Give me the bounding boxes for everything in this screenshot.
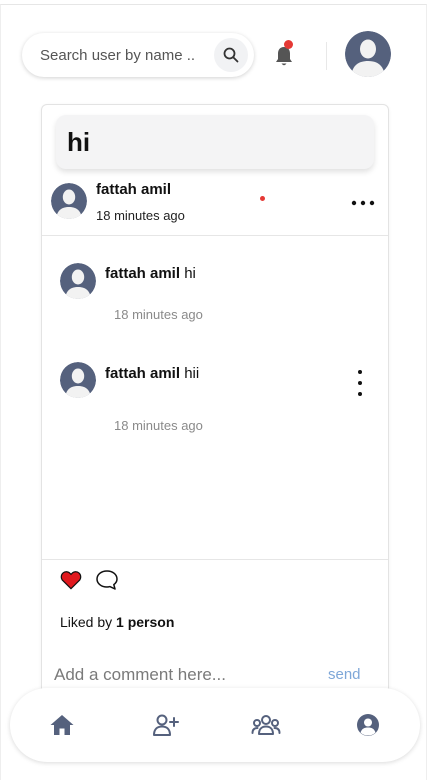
comment-bubble-icon[interactable] xyxy=(95,569,119,591)
search-button[interactable] xyxy=(214,38,248,72)
nav-add-friend[interactable] xyxy=(151,710,181,740)
comment-text: hii xyxy=(184,365,200,382)
user-avatar[interactable] xyxy=(345,31,391,77)
comment-body: fattah amil hii xyxy=(105,365,199,382)
likes-prefix: Liked by xyxy=(60,614,113,630)
post-timestamp: 18 minutes ago xyxy=(96,208,185,223)
comment-author[interactable]: fattah amil xyxy=(105,265,180,282)
post-caption-box: hi xyxy=(56,115,374,169)
search-icon xyxy=(223,47,239,63)
nav-home[interactable] xyxy=(47,710,77,740)
comment-avatar[interactable] xyxy=(60,362,96,398)
more-horizontal-icon xyxy=(351,200,375,206)
profile-icon xyxy=(357,714,379,736)
post-card: hi fattah amil 18 minutes ago fattah ami… xyxy=(41,104,389,704)
nav-groups[interactable] xyxy=(251,710,281,740)
heart-icon[interactable] xyxy=(60,569,82,591)
add-friend-icon xyxy=(153,714,179,736)
post-author-avatar[interactable] xyxy=(51,183,87,219)
divider xyxy=(42,559,388,560)
likes-summary: Liked by 1 person xyxy=(60,614,174,630)
comment-text: hi xyxy=(184,265,196,282)
search-bar xyxy=(22,33,254,77)
comment-more-button[interactable] xyxy=(355,370,365,396)
unread-dot xyxy=(260,196,265,201)
post-author-name[interactable]: fattah amil xyxy=(96,181,171,198)
search-input[interactable] xyxy=(40,45,210,65)
comment-author[interactable]: fattah amil xyxy=(105,365,180,382)
notification-dot xyxy=(284,40,293,49)
send-button[interactable]: send xyxy=(328,666,361,683)
nav-profile[interactable] xyxy=(353,710,383,740)
bottom-navigation xyxy=(10,688,420,762)
comment-body: fattah amil hi xyxy=(105,265,196,282)
comment-avatar[interactable] xyxy=(60,263,96,299)
post-caption: hi xyxy=(67,127,91,157)
comment-input[interactable] xyxy=(54,663,314,687)
post-more-button[interactable] xyxy=(351,191,375,215)
comment-timestamp: 18 minutes ago xyxy=(114,307,203,322)
header-divider xyxy=(326,42,327,70)
groups-icon xyxy=(251,715,281,735)
home-icon xyxy=(50,715,74,735)
divider xyxy=(42,235,388,236)
likes-count[interactable]: 1 person xyxy=(116,614,174,630)
comment-timestamp: 18 minutes ago xyxy=(114,418,203,433)
